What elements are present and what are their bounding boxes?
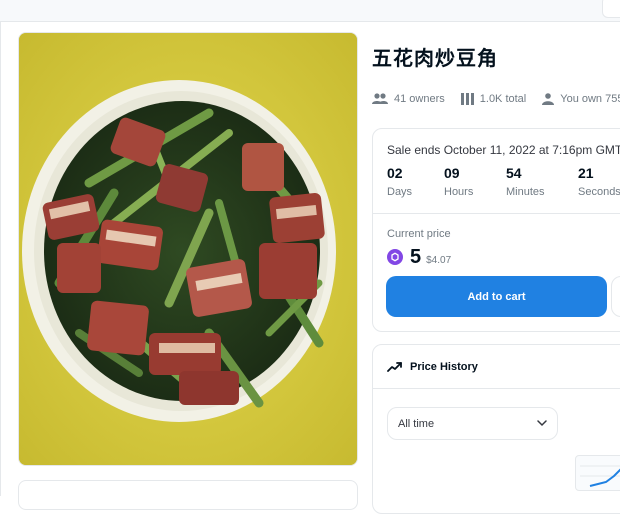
countdown-days-label: Days <box>387 186 413 198</box>
countdown-hours-label: Hours <box>444 186 474 198</box>
item-stats: 41 owners 1.0K total You own 755 <box>372 90 620 108</box>
price-usd: $4.07 <box>426 255 452 266</box>
price-history-title: Price History <box>410 360 478 373</box>
artwork-painting <box>19 33 357 465</box>
trend-icon <box>387 361 402 372</box>
you-own-count: You own 755 <box>560 93 620 105</box>
countdown-seconds: 21 Seconds <box>578 165 620 198</box>
topbar-button[interactable] <box>602 0 620 18</box>
artwork-image[interactable] <box>18 32 358 466</box>
make-offer-button[interactable] <box>611 276 620 317</box>
person-icon <box>542 93 555 105</box>
item-title: 五花肉炒豆角 <box>372 46 498 70</box>
add-to-cart-button[interactable]: Add to cart <box>386 276 607 317</box>
total-stat: 1.0K total <box>460 93 527 105</box>
countdown-seconds-label: Seconds <box>578 186 620 198</box>
countdown-minutes-label: Minutes <box>506 186 545 198</box>
sale-ends-text: Sale ends October 11, 2022 at 7:16pm GMT… <box>387 143 620 157</box>
time-range-value: All time <box>398 417 435 430</box>
polygon-token-icon <box>387 249 403 265</box>
people-icon <box>372 93 388 104</box>
countdown-minutes: 54 Minutes <box>506 165 545 198</box>
sale-divider <box>373 213 620 214</box>
total-count: 1.0K total <box>479 93 527 105</box>
owners-stat[interactable]: 41 owners <box>372 93 445 105</box>
chevron-down-icon <box>537 420 547 427</box>
grid-icon <box>460 93 474 105</box>
you-own-stat: You own 755 <box>542 93 620 105</box>
price-value: 5 <box>410 246 422 268</box>
countdown-hours: 09 Hours <box>444 165 473 198</box>
countdown-minutes-value: 54 <box>506 165 522 181</box>
countdown-hours-value: 09 <box>444 165 460 181</box>
price-row: 5 $4.07 <box>387 246 451 268</box>
countdown-seconds-value: 21 <box>578 165 594 181</box>
time-range-select[interactable]: All time <box>387 407 558 440</box>
owners-count: 41 owners <box>394 93 445 105</box>
details-panel <box>18 480 358 510</box>
price-chart-preview <box>575 455 620 491</box>
sale-panel: Sale ends October 11, 2022 at 7:16pm GMT… <box>372 128 620 332</box>
current-price-label: Current price <box>387 228 451 240</box>
top-bar <box>0 0 620 22</box>
countdown-days-value: 02 <box>387 165 403 181</box>
countdown-days: 02 Days <box>387 165 412 198</box>
price-history-header[interactable]: Price History <box>373 345 620 389</box>
left-divider <box>0 22 1 496</box>
